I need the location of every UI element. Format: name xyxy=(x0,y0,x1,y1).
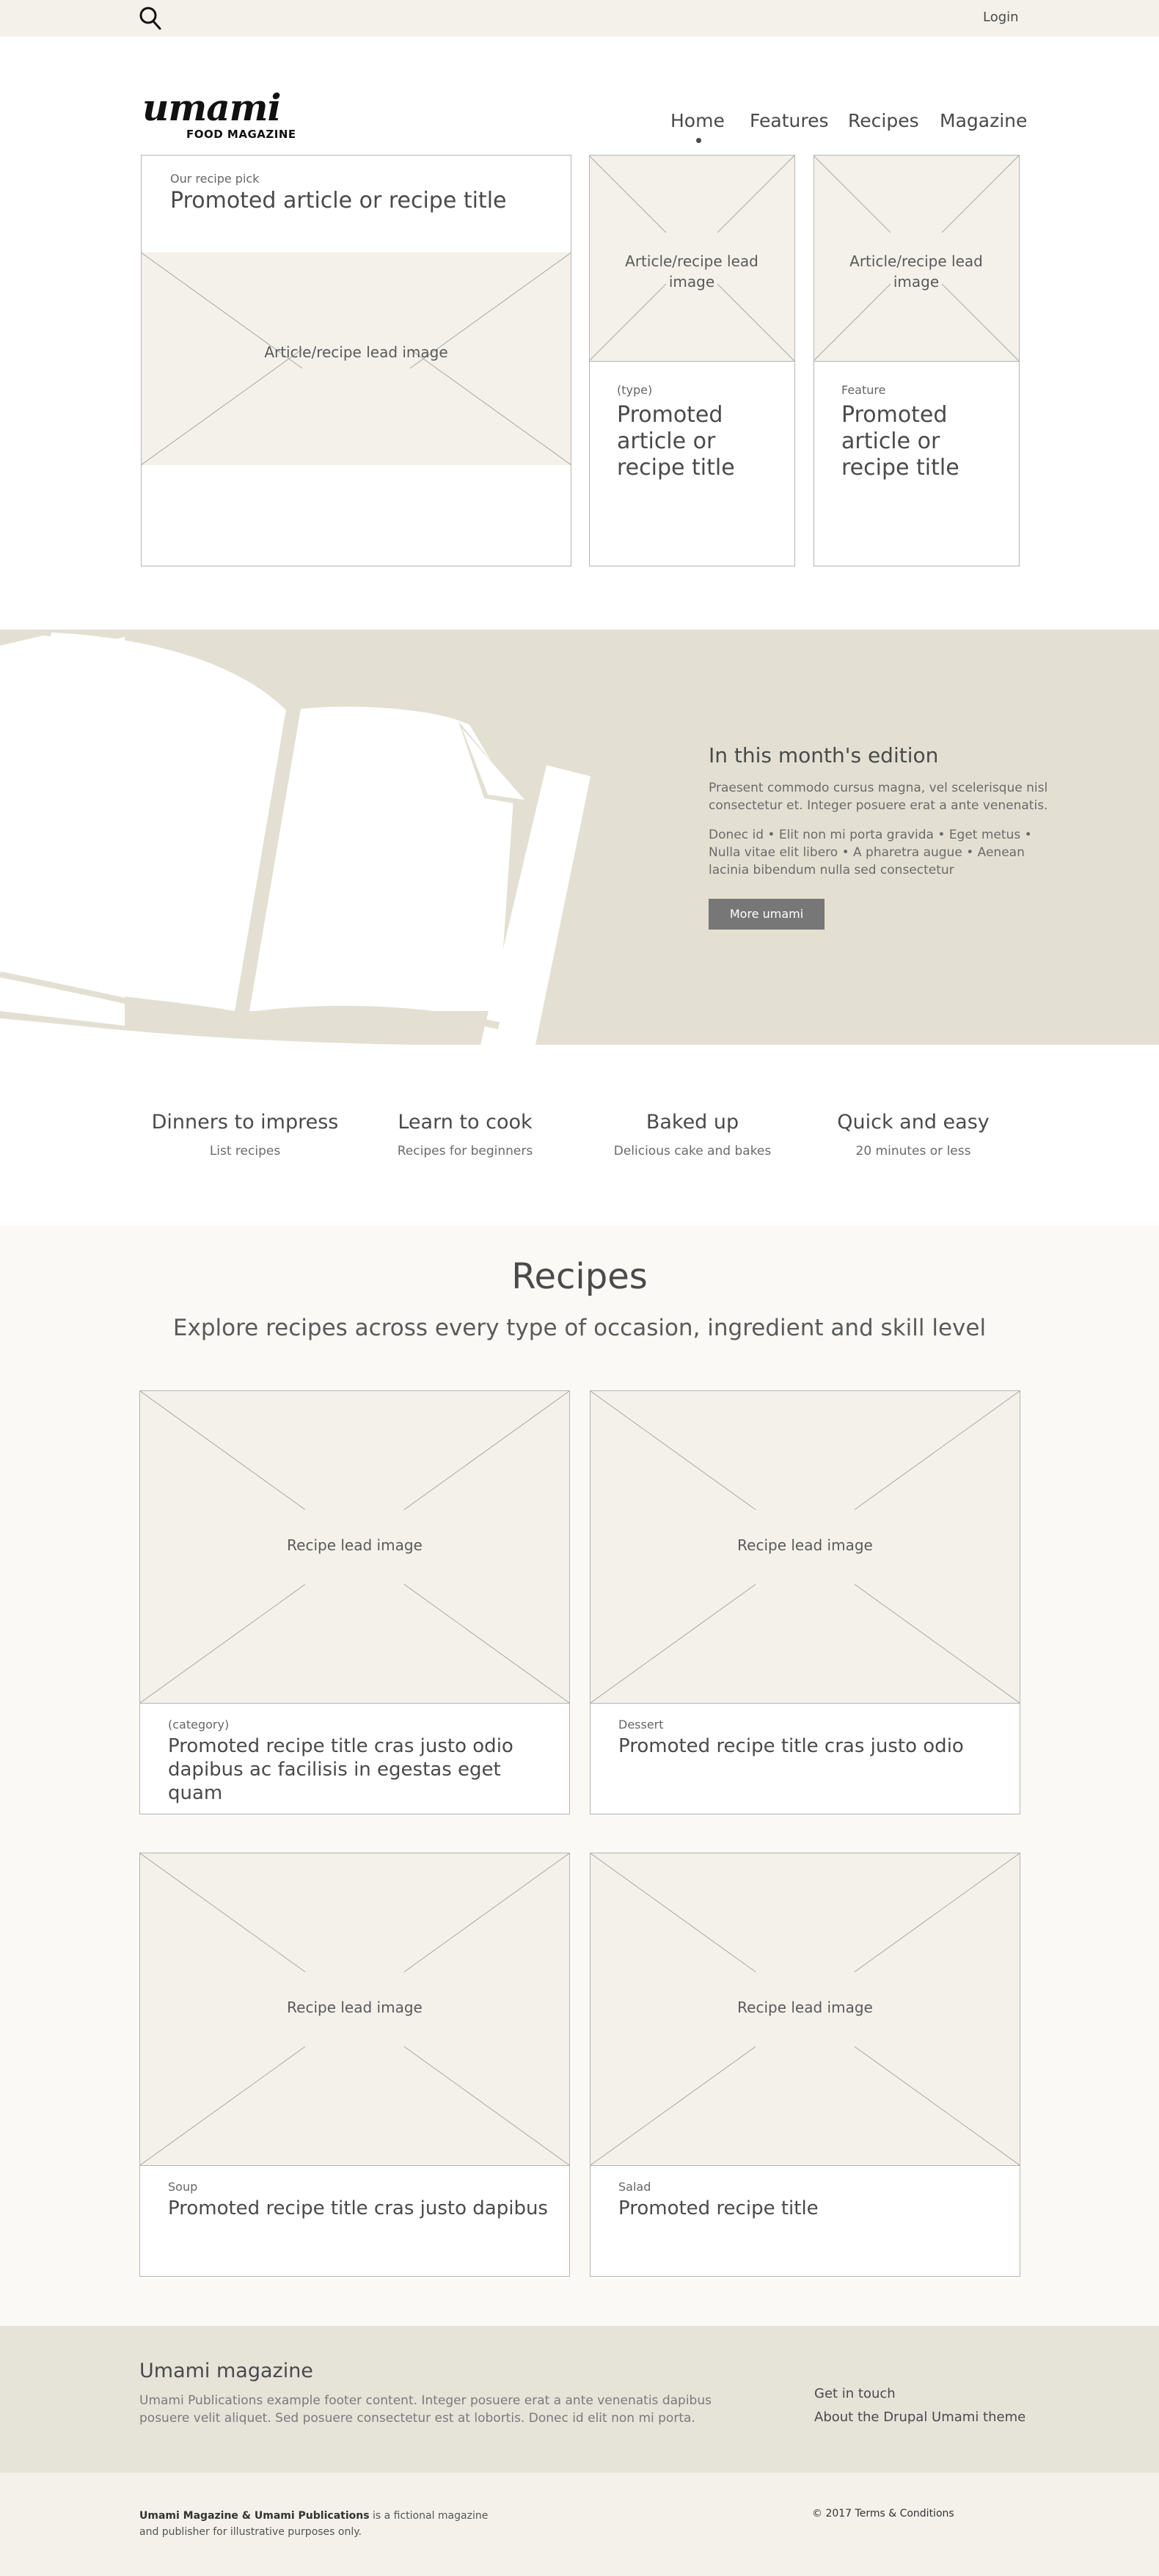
recipe-card[interactable]: Recipe lead image Dessert Promoted recip… xyxy=(590,1390,1020,1814)
recipe-category: Dessert xyxy=(618,1718,664,1732)
search-icon[interactable] xyxy=(138,4,163,32)
site-header: umami FOOD MAGAZINE Home Features Recipe… xyxy=(0,37,1159,154)
image-placeholder-label: Recipe lead image xyxy=(737,1536,873,1554)
legal-text: Umami Magazine & Umami Publications is a… xyxy=(139,2508,506,2540)
site-footer: Umami magazine Umami Publications exampl… xyxy=(0,2326,1159,2473)
nav-features[interactable]: Features xyxy=(750,110,829,131)
logo[interactable]: umami FOOD MAGAZINE xyxy=(142,86,296,142)
recipe-card[interactable]: Recipe lead image (category) Promoted re… xyxy=(139,1390,570,1814)
recipe-title[interactable]: Promoted recipe title xyxy=(618,2197,1000,2220)
category-subtitle: List recipes xyxy=(209,1144,281,1159)
recipe-card[interactable]: Recipe lead image Salad Promoted recipe … xyxy=(590,1853,1020,2277)
magazine-banner: In this month's edition Praesent commodo… xyxy=(0,630,1159,1045)
category-title: Learn to cook xyxy=(398,1111,533,1134)
recipes-subheading: Explore recipes across every type of occ… xyxy=(172,1315,987,1341)
footer-text: Umami Publications example footer conten… xyxy=(139,2393,712,2426)
get-in-touch-link[interactable]: Get in touch xyxy=(814,2386,896,2401)
recipe-title[interactable]: Promoted recipe title cras justo odio xyxy=(618,1734,1000,1758)
recipe-image: Recipe lead image xyxy=(591,1853,1020,2166)
main-promo-card xyxy=(141,155,571,566)
legal-bar: Umami Magazine & Umami Publications is a… xyxy=(0,2473,1159,2576)
promo-card-title[interactable]: Promoted article or recipe title xyxy=(617,402,778,481)
recipe-image: Recipe lead image xyxy=(591,1391,1020,1704)
recipes-section: Recipes Explore recipes across every typ… xyxy=(0,1225,1159,2326)
magazine-illustration xyxy=(0,632,591,1045)
active-nav-indicator xyxy=(696,138,701,143)
category-subtitle: Recipes for beginners xyxy=(397,1144,533,1159)
login-link[interactable]: Login xyxy=(983,10,1019,25)
image-placeholder-label: Recipe lead image xyxy=(287,1999,423,2016)
recipe-category: (category) xyxy=(168,1718,230,1732)
recipes-heading: Recipes xyxy=(511,1256,648,1297)
category-baked[interactable]: Baked up Delicious cake and bakes xyxy=(582,1111,802,1159)
recipe-image: Recipe lead image xyxy=(140,1391,569,1704)
legal-bold: Umami Magazine & Umami Publications xyxy=(139,2510,370,2522)
logo-subtitle: FOOD MAGAZINE xyxy=(186,128,296,141)
image-placeholder-label: Recipe lead image xyxy=(287,1536,423,1554)
category-subtitle: 20 minutes or less xyxy=(855,1144,971,1159)
category-title: Quick and easy xyxy=(837,1111,990,1134)
promo-card-label: Feature xyxy=(841,383,886,397)
recipe-image: Recipe lead image xyxy=(140,1853,569,2166)
image-placeholder-label: Recipe lead image xyxy=(737,1999,873,2016)
recipe-title[interactable]: Promoted recipe title cras justo dapibus xyxy=(168,2197,549,2220)
promo-card-title[interactable]: Promoted article or recipe title xyxy=(841,402,1003,481)
category-title: Baked up xyxy=(646,1111,739,1134)
top-bar: Login xyxy=(0,0,1159,37)
recipe-title[interactable]: Promoted recipe title cras justo odio da… xyxy=(168,1734,549,1805)
recipe-category: Soup xyxy=(168,2180,198,2194)
logo-wordmark: umami xyxy=(142,86,282,129)
promo-card-label: (type) xyxy=(617,383,653,397)
terms-link[interactable]: © 2017 Terms & Conditions xyxy=(812,2508,954,2520)
nav-home[interactable]: Home xyxy=(670,110,725,131)
category-dinners[interactable]: Dinners to impress List recipes xyxy=(135,1111,355,1159)
promoted-section: Article/recipe lead image Our recipe pic… xyxy=(0,154,1159,630)
edition-paragraph-1: Praesent commodo cursus magna, vel scele… xyxy=(709,781,1048,813)
edition-paragraph-2: Donec id • Elit non mi porta gravida • E… xyxy=(709,828,1032,877)
edition-heading: In this month's edition xyxy=(709,743,939,767)
nav-recipes[interactable]: Recipes xyxy=(848,110,919,131)
about-theme-link[interactable]: About the Drupal Umami theme xyxy=(814,2409,1025,2425)
recipe-category: Salad xyxy=(618,2180,651,2194)
category-quick[interactable]: Quick and easy 20 minutes or less xyxy=(803,1111,1023,1159)
category-learn[interactable]: Learn to cook Recipes for beginners xyxy=(355,1111,575,1159)
nav-magazine[interactable]: Magazine xyxy=(940,110,1027,131)
category-title: Dinners to impress xyxy=(151,1111,339,1134)
footer-title: Umami magazine xyxy=(139,2360,313,2382)
category-subtitle: Delicious cake and bakes xyxy=(613,1144,772,1159)
more-umami-button[interactable]: More umami xyxy=(709,899,825,930)
recipe-card[interactable]: Recipe lead image Soup Promoted recipe t… xyxy=(139,1853,570,2277)
category-links: Dinners to impress List recipes Learn to… xyxy=(0,1045,1159,1225)
